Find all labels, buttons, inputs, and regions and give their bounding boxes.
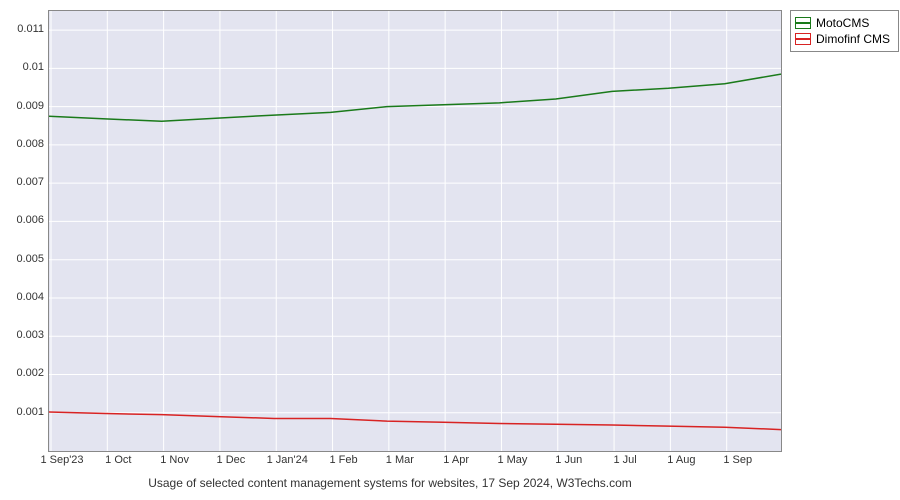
y-tick-label: 0.009: [4, 100, 44, 112]
x-tick-label: 1 Sep: [723, 454, 752, 466]
y-tick-label: 0.002: [4, 367, 44, 379]
y-tick-label: 0.006: [4, 214, 44, 226]
x-tick-label: 1 Nov: [160, 454, 189, 466]
y-tick-label: 0.003: [4, 329, 44, 341]
y-tick-label: 0.008: [4, 138, 44, 150]
chart-caption: Usage of selected content management sys…: [0, 476, 780, 490]
series-line: [49, 74, 781, 121]
series-line: [49, 412, 781, 430]
chart-container: 0.001 0.002 0.003 0.004 0.005 0.006 0.007 0.008…: [0, 0, 900, 500]
x-tick-label: 1 Mar: [386, 454, 414, 466]
legend: MotoCMS Dimofinf CMS: [790, 10, 899, 52]
legend-swatch: [795, 17, 811, 29]
x-tick-label: 1 Oct: [105, 454, 131, 466]
x-tick-label: 1 Aug: [667, 454, 695, 466]
y-tick-label: 0.005: [4, 253, 44, 265]
y-tick-label: 0.007: [4, 176, 44, 188]
legend-row: Dimofinf CMS: [795, 31, 890, 47]
y-tick-label: 0.011: [4, 23, 44, 35]
x-tick-label: 1 Feb: [329, 454, 357, 466]
legend-label: MotoCMS: [816, 16, 869, 30]
x-tick-label: 1 Dec: [217, 454, 246, 466]
x-tick-label: 1 Jul: [613, 454, 636, 466]
legend-row: MotoCMS: [795, 15, 890, 31]
y-tick-label: 0.004: [4, 291, 44, 303]
x-tick-label: 1 Jan'24: [267, 454, 308, 466]
x-tick-label: 1 Sep'23: [40, 454, 83, 466]
legend-swatch: [795, 33, 811, 45]
plot-area: [48, 10, 782, 452]
x-tick-label: 1 May: [497, 454, 527, 466]
legend-label: Dimofinf CMS: [816, 32, 890, 46]
y-tick-label: 0.001: [4, 406, 44, 418]
x-tick-label: 1 Jun: [555, 454, 582, 466]
x-tick-label: 1 Apr: [443, 454, 469, 466]
plot-svg: [49, 11, 781, 451]
y-tick-label: 0.01: [4, 61, 44, 73]
